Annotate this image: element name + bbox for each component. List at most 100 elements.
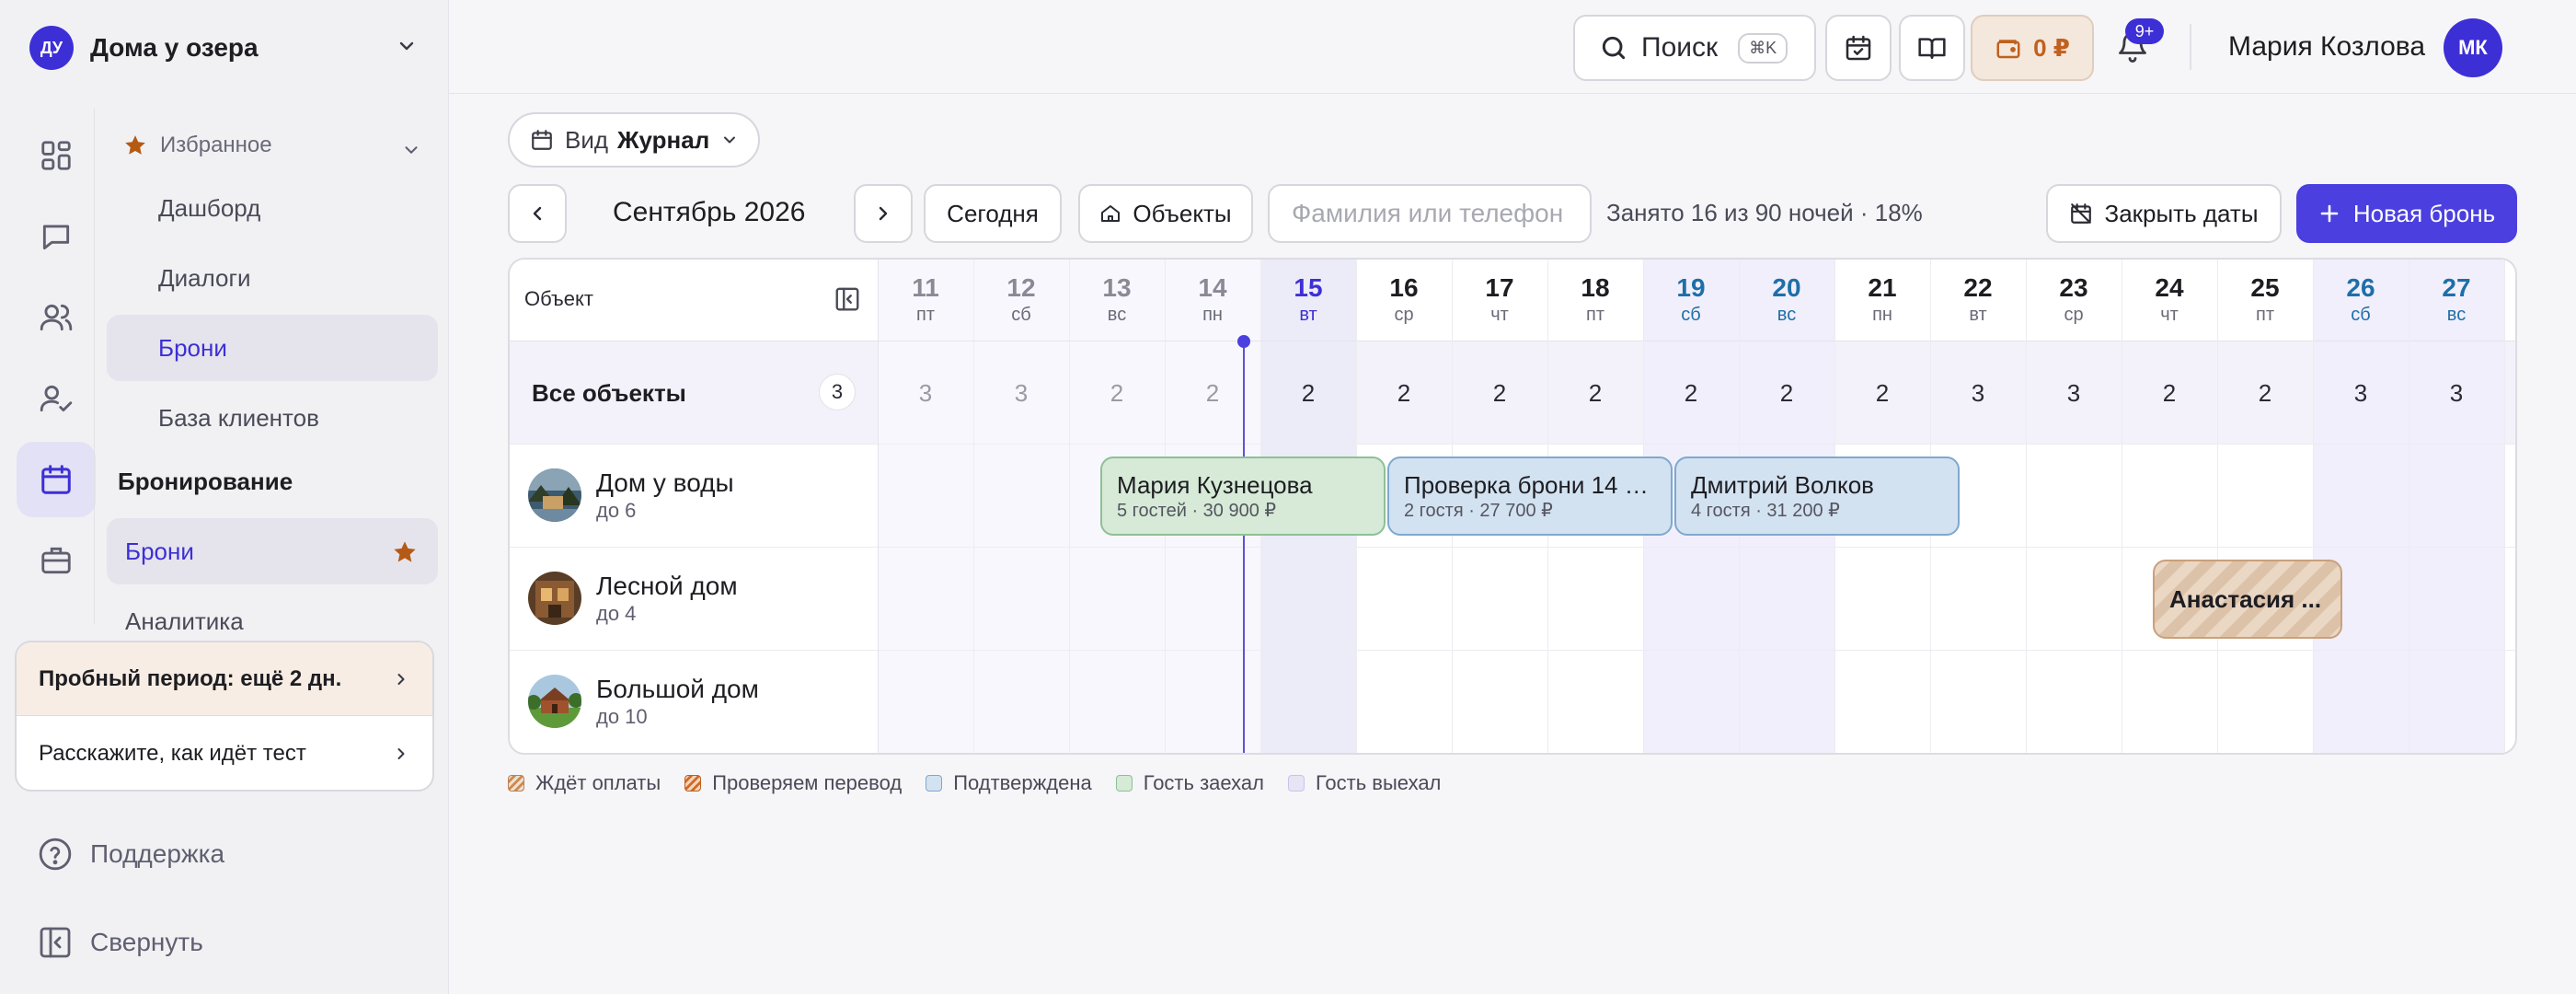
booking-guest-name: Дмитрий Волков <box>1691 471 1874 499</box>
day-header[interactable]: 13 вс <box>1069 272 1165 326</box>
feedback-text: Расскажите, как идёт тест <box>39 741 306 766</box>
feedback-link[interactable]: Расскажите, как идёт тест <box>17 716 432 790</box>
day-header[interactable]: 20 вс <box>1739 272 1834 326</box>
briefcase-icon[interactable] <box>17 523 96 598</box>
users-icon[interactable] <box>17 280 96 355</box>
nav-item-bookings-section[interactable]: Брони <box>107 518 438 584</box>
weekday-label: сб <box>1681 305 1701 325</box>
day-header[interactable]: 17 чт <box>1452 272 1547 326</box>
day-number: 13 <box>1102 273 1132 302</box>
help-icon <box>37 836 90 873</box>
nav-item-dialogs[interactable]: Диалоги <box>107 245 438 311</box>
occupancy-summary: Занято 16 из 90 ночей · 18% <box>1606 199 1923 226</box>
day-number: 15 <box>1294 273 1323 302</box>
support-link[interactable]: Поддержка <box>37 836 224 873</box>
chat-icon[interactable] <box>17 199 96 274</box>
day-header[interactable]: 19 сб <box>1643 272 1739 326</box>
day-number: 18 <box>1581 273 1610 302</box>
home-icon <box>1099 202 1121 225</box>
nav-divider <box>94 109 95 624</box>
calendar-off-icon <box>2069 202 2093 225</box>
next-month-button[interactable] <box>854 184 913 243</box>
day-number: 23 <box>2059 273 2088 302</box>
day-header[interactable]: 14 пн <box>1165 272 1260 326</box>
wallet-icon <box>1995 34 2022 62</box>
avatar[interactable]: МК <box>2444 18 2502 77</box>
day-header[interactable]: 26 сб <box>2313 272 2409 326</box>
day-header[interactable]: 15 вт <box>1260 272 1356 326</box>
property-row-big-house[interactable]: Большой дом до 10 <box>528 674 759 729</box>
chevron-right-icon <box>392 670 410 688</box>
availability-count: 2 <box>1397 379 1411 407</box>
new-booking-button[interactable]: Новая бронь <box>2296 184 2517 243</box>
nav-item-client-base[interactable]: База клиентов <box>107 385 438 451</box>
booking-card[interactable]: Дмитрий Волков 4 гостя · 31 200 ₽ <box>1674 457 1960 536</box>
search-button[interactable]: Поиск ⌘K <box>1573 15 1816 81</box>
guest-search-input[interactable]: Фамилия или телефон <box>1268 184 1592 243</box>
favorites-label: Избранное <box>160 133 272 157</box>
day-header[interactable]: 18 пт <box>1547 272 1643 326</box>
icon-rail <box>17 118 96 604</box>
day-column-shade <box>2409 260 2504 753</box>
section-booking-title: Бронирование <box>118 468 293 495</box>
guide-button[interactable] <box>1899 15 1965 81</box>
prev-month-button[interactable] <box>508 184 567 243</box>
collapse-sidebar-icon <box>37 924 90 961</box>
chevron-left-icon <box>526 202 548 225</box>
favorites-section[interactable]: Избранное <box>123 133 272 158</box>
collapse-panel-icon[interactable] <box>834 285 861 313</box>
collapse-link[interactable]: Свернуть <box>37 924 203 961</box>
close-dates-button[interactable]: Закрыть даты <box>2046 184 2282 243</box>
property-row-forest-house[interactable]: Лесной дом до 4 <box>528 571 738 626</box>
day-header[interactable]: 27 вс <box>2409 272 2504 326</box>
user-check-icon[interactable] <box>17 361 96 436</box>
legend-label: Гость заехал <box>1143 771 1264 794</box>
nav-item-analytics[interactable]: Аналитика <box>107 596 438 633</box>
property-row-lake-house[interactable]: Дом у воды до 6 <box>528 468 734 523</box>
day-column-divider <box>2313 260 2314 753</box>
availability-count: 2 <box>2162 379 2177 407</box>
booking-card[interactable]: Анастасия ... <box>2153 560 2342 639</box>
nav-item-bookings[interactable]: Брони <box>107 315 438 381</box>
day-column-divider <box>2217 260 2218 753</box>
day-header[interactable]: 21 пн <box>1834 272 1930 326</box>
workspace-switcher[interactable]: ДУ Дома у озера <box>29 26 259 70</box>
weekday-label: чт <box>1490 305 1509 325</box>
day-header[interactable]: 23 ср <box>2026 272 2122 326</box>
calendar-check-button[interactable] <box>1825 15 1892 81</box>
property-capacity: до 6 <box>596 499 637 522</box>
balance-button[interactable]: 0 ₽ <box>1971 15 2094 81</box>
notification-badge: 9+ <box>2125 18 2164 44</box>
row-divider <box>510 547 2515 548</box>
day-header[interactable]: 11 пт <box>878 272 973 326</box>
day-header[interactable]: 12 сб <box>973 272 1069 326</box>
user-name[interactable]: Мария Козлова <box>2228 31 2425 63</box>
legend-swatch <box>508 775 524 792</box>
legend-item: Гость заехал <box>1115 771 1264 795</box>
day-header[interactable]: 24 чт <box>2122 272 2217 326</box>
availability-count: 2 <box>1205 379 1220 407</box>
trial-banner[interactable]: Пробный период: ещё 2 дн. <box>17 642 432 716</box>
day-header[interactable]: 22 вт <box>1930 272 2026 326</box>
chevron-down-icon[interactable] <box>396 35 418 57</box>
chevron-down-icon[interactable] <box>401 140 421 160</box>
star-icon[interactable] <box>392 539 418 565</box>
booking-card[interactable]: Проверка брони 14 с... 2 гостя · 27 700 … <box>1387 457 1673 536</box>
view-selector[interactable]: Вид Журнал <box>508 112 760 168</box>
availability-count: 3 <box>2353 379 2368 407</box>
booking-calendar: 11 пт 12 сб 13 вс 14 пн 15 вт 16 ср 17 чт 18 пт 19 сб 20 вс… <box>508 258 2517 755</box>
dashboard-icon[interactable] <box>17 118 96 193</box>
nav-item-dashboard[interactable]: Дашборд <box>107 175 438 241</box>
objects-filter-button[interactable]: Объекты <box>1078 184 1253 243</box>
day-header[interactable]: 16 ср <box>1356 272 1452 326</box>
new-booking-label: Новая бронь <box>2352 199 2496 227</box>
day-column-divider <box>973 260 974 753</box>
property-photo <box>528 572 581 625</box>
calendar-icon[interactable] <box>17 442 96 517</box>
today-button[interactable]: Сегодня <box>924 184 1062 243</box>
booking-card[interactable]: Мария Кузнецова 5 гостей · 30 900 ₽ <box>1100 457 1386 536</box>
day-number: 11 <box>912 273 939 302</box>
day-column-divider <box>1069 260 1070 753</box>
day-header[interactable]: 25 пт <box>2217 272 2313 326</box>
legend-label: Проверяем перевод <box>712 771 903 794</box>
